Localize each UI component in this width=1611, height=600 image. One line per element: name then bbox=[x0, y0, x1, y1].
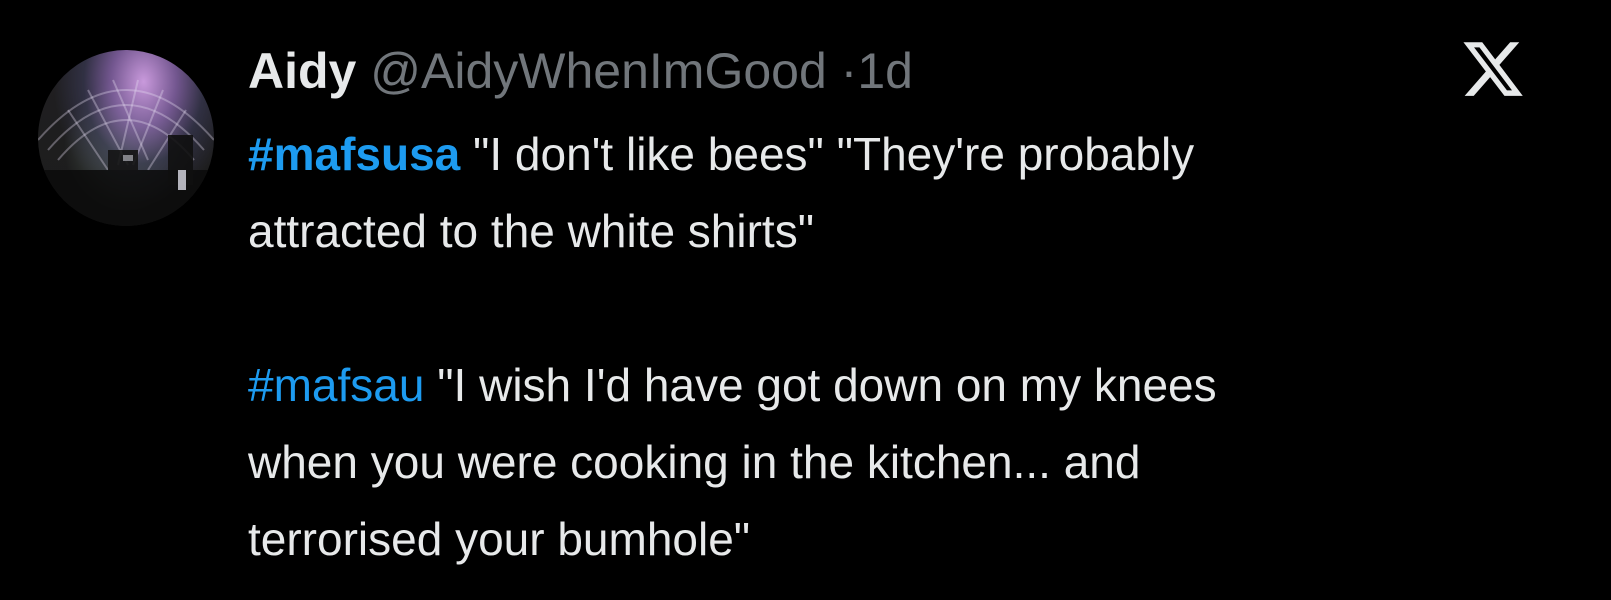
tweet-text: when you were cooking in the kitchen... … bbox=[248, 436, 1141, 488]
separator-dot: · bbox=[840, 43, 858, 99]
avatar[interactable] bbox=[38, 50, 214, 226]
author-handle[interactable]: @AidyWhenImGood bbox=[370, 43, 827, 99]
tweet-card[interactable]: Aidy @AidyWhenImGood ·1d #mafsusa "I don… bbox=[0, 0, 1611, 600]
hashtag-link[interactable]: #mafsusa bbox=[248, 128, 460, 180]
tweet-body: #mafsusa "I don't like bees" "They're pr… bbox=[248, 116, 1578, 578]
tweet-text: attracted to the white shirts" bbox=[248, 205, 815, 257]
tweet-paragraph: #mafsusa "I don't like bees" "They're pr… bbox=[248, 116, 1578, 270]
x-logo-icon[interactable] bbox=[1460, 36, 1526, 102]
tweet-paragraph: #mafsau "I wish I'd have got down on my … bbox=[248, 347, 1578, 578]
post-time[interactable]: 1d bbox=[857, 43, 913, 99]
tweet-text: "I don't like bees" "They're probably bbox=[460, 128, 1195, 180]
tweet-text: terrorised your bumhole" bbox=[248, 513, 751, 565]
author-name[interactable]: Aidy bbox=[248, 43, 356, 99]
avatar-image bbox=[38, 79, 214, 226]
tweet-text: "I wish I'd have got down on my knees bbox=[424, 359, 1217, 411]
tweet-header: Aidy @AidyWhenImGood ·1d bbox=[248, 42, 913, 100]
hashtag-link[interactable]: #mafsau bbox=[248, 359, 424, 411]
